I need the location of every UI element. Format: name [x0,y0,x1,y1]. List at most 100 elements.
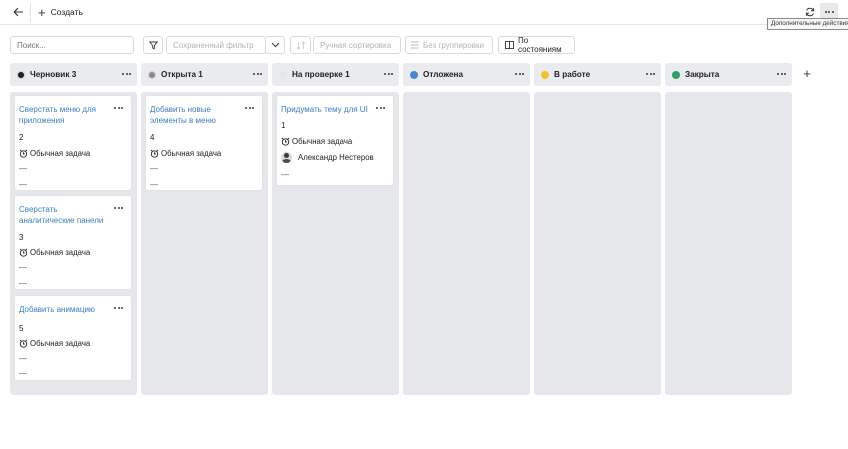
column-title: Закрыта [685,70,720,79]
chevron-down-icon [271,42,279,48]
back-button[interactable] [8,2,28,22]
avatar [281,152,292,163]
filter-bar: Сохраненный фильтр Ручная сортировка Без… [0,36,848,54]
toolbar-divider [30,3,31,22]
sort-button[interactable] [290,36,311,54]
card-field-empty: — [19,164,27,173]
card-type: Обычная задача [281,137,352,146]
column-body-postponed [403,92,530,395]
column-header-review[interactable]: На проверке 1 [272,63,399,86]
card-menu-icon[interactable] [376,107,385,109]
task-card[interactable]: Добавить новые элементы в меню 4 Обычная… [146,96,262,190]
alarm-clock-icon [19,248,28,257]
status-dot [410,70,418,79]
card-title-link[interactable]: Сверстать меню для приложения [19,104,111,126]
more-dots-icon [824,11,834,13]
column-title: В работе [554,70,591,79]
card-type: Обычная задача [150,149,221,158]
card-field-empty: — [19,263,27,272]
search-input[interactable] [10,36,134,54]
create-button[interactable]: + Создать [38,4,83,20]
top-toolbar: + Создать [0,0,848,25]
status-dot [148,70,156,79]
card-type-label: Обычная задача [161,149,222,158]
grouping-label: Без группировки [423,40,484,50]
list-icon [410,41,419,49]
card-type: Обычная задача [19,248,90,257]
refresh-icon [805,7,815,17]
arrow-left-icon [12,7,23,17]
card-field-empty: — [150,180,158,189]
card-menu-icon[interactable] [114,207,123,209]
saved-filter-placeholder: Сохраненный фильтр [173,40,254,50]
alarm-clock-icon [281,137,290,146]
manual-sort-select[interactable]: Ручная сортировка [313,36,401,54]
column-menu-icon[interactable] [253,73,262,75]
task-card[interactable]: Придумать тему для UI 1 Обычная задача А… [277,96,393,185]
card-number: 5 [19,324,24,333]
column-menu-icon[interactable] [515,73,524,75]
card-field-empty: — [19,354,27,363]
alarm-clock-icon [19,149,28,158]
column-title: Открыта 1 [161,70,203,79]
column-menu-icon[interactable] [122,73,131,75]
column-header-closed[interactable]: Закрыта [665,63,792,86]
by-states-button[interactable]: По состояниям [498,36,575,54]
column-body-review: Придумать тему для UI 1 Обычная задача А… [272,92,399,395]
card-number: 1 [281,121,286,130]
filter-button[interactable] [143,36,163,54]
card-title-link[interactable]: Добавить новые элементы в меню [150,104,242,126]
column-menu-icon[interactable] [384,73,393,75]
by-states-label: По состояниям [518,36,562,54]
card-type: Обычная задача [19,149,90,158]
card-type-label: Обычная задача [30,149,91,158]
column-body-open: Добавить новые элементы в меню 4 Обычная… [141,92,268,395]
card-type-label: Обычная задача [292,137,353,146]
card-field-empty: — [19,180,27,189]
create-button-label: Создать [50,7,83,17]
card-number: 3 [19,233,24,242]
card-menu-icon[interactable] [114,307,123,309]
column-header-postponed[interactable]: Отложена [403,63,530,86]
card-title-link[interactable]: Добавить анимацию [19,304,111,315]
card-field-empty: — [19,279,27,288]
column-body-closed [665,92,792,395]
saved-filter-dropdown-toggle[interactable] [265,36,285,54]
grouping-select[interactable]: Без группировки [405,36,493,54]
alarm-clock-icon [19,339,28,348]
card-menu-icon[interactable] [245,107,254,109]
more-actions-tooltip: Дополнительные действия [767,18,848,30]
alarm-clock-icon [150,149,159,158]
column-menu-icon[interactable] [646,73,655,75]
column-menu-icon[interactable] [777,73,786,75]
sort-icon [296,40,305,50]
card-field-empty: — [150,164,158,173]
card-number: 4 [150,133,155,142]
card-type-label: Обычная задача [30,248,91,257]
card-assignee[interactable]: Александр Нестеров [281,152,374,163]
assignee-name: Александр Нестеров [298,153,374,162]
card-field-empty: — [281,170,289,179]
status-dot [279,70,287,79]
column-header-open[interactable]: Открыта 1 [141,63,268,86]
card-type: Обычная задача [19,339,90,348]
task-card[interactable]: Сверстать аналитические панели 3 Обычная… [15,196,131,289]
manual-sort-label: Ручная сортировка [320,40,392,50]
saved-filter-select[interactable]: Сохраненный фильтр [166,36,266,54]
column-header-draft[interactable]: Черновик 3 [10,63,137,86]
task-card[interactable]: Сверстать меню для приложения 2 Обычная … [15,96,131,190]
card-title-link[interactable]: Сверстать аналитические панели [19,204,111,226]
column-header-in-progress[interactable]: В работе [534,63,661,86]
status-dot [541,70,549,79]
add-column-button[interactable]: + [800,67,814,81]
status-dot [672,70,680,79]
column-title: Отложена [423,70,464,79]
column-body-draft: Сверстать меню для приложения 2 Обычная … [10,92,137,395]
task-card[interactable]: Добавить анимацию 5 Обычная задача — — [15,296,131,380]
card-title-link[interactable]: Придумать тему для UI [281,104,381,115]
column-body-in-progress [534,92,661,395]
card-number: 2 [19,133,24,142]
card-menu-icon[interactable] [114,107,123,109]
plus-icon: + [38,4,46,20]
card-field-empty: — [19,369,27,378]
